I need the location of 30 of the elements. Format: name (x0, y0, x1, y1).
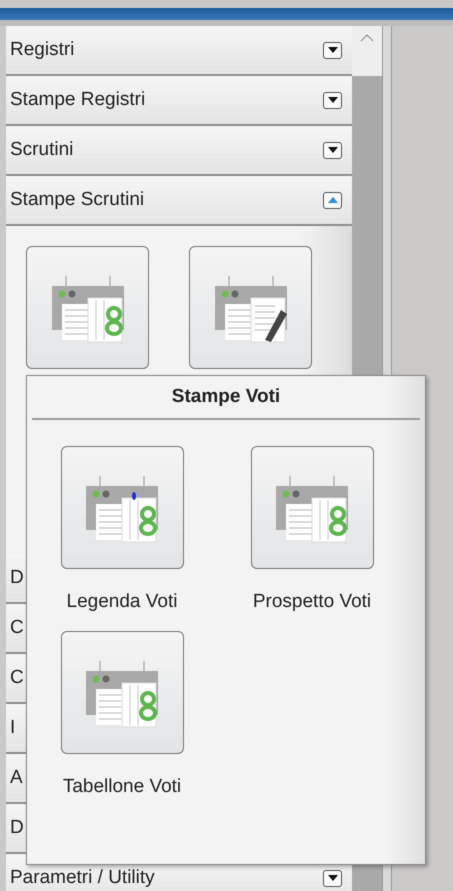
accordion-header[interactable]: Registri (6, 26, 352, 76)
section-title: D (10, 817, 24, 839)
accordion-header[interactable]: Scrutini (6, 126, 352, 176)
accordion-header[interactable]: Stampe Scrutini (6, 176, 352, 226)
print-button[interactable] (60, 631, 184, 754)
expand-icon[interactable] (323, 142, 342, 158)
print-button[interactable] (26, 246, 149, 369)
section-title: Registri (10, 39, 74, 61)
print-button[interactable] (60, 446, 184, 569)
button-label: Legenda Voti (66, 591, 178, 613)
section-title: I (10, 717, 16, 739)
expand-icon[interactable] (323, 42, 342, 58)
scroll-up-icon[interactable] (360, 34, 374, 42)
section-title: Parametri / Utility (10, 867, 155, 889)
print-button[interactable] (250, 446, 374, 569)
section-title: A (10, 767, 23, 789)
accordion-header[interactable]: Stampe Registri (6, 76, 352, 126)
popup-title: Stampe Voti (32, 376, 420, 420)
section-title: Scrutini (10, 139, 74, 161)
button-label: Tabellone Voti (62, 776, 182, 798)
section-title: C (10, 617, 24, 639)
section-title: C (10, 667, 24, 689)
expand-icon[interactable] (323, 870, 342, 886)
expand-icon[interactable] (323, 92, 342, 108)
section-title: D (10, 567, 24, 589)
collapse-icon[interactable] (323, 192, 342, 208)
section-title: Stampe Registri (10, 89, 146, 111)
section-title: Stampe Scrutini (10, 189, 144, 211)
print-button[interactable] (189, 246, 312, 369)
button-label: Prospetto Voti (252, 591, 372, 613)
